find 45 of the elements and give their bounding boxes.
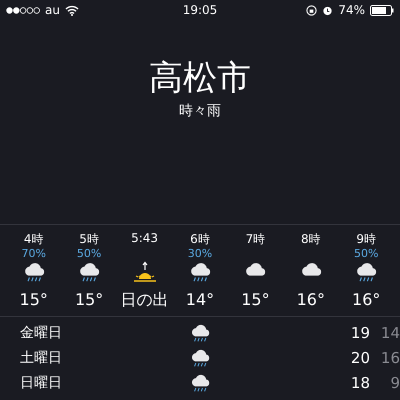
hour-label: 5:43 — [131, 231, 158, 247]
precipitation-chance: 50% — [76, 247, 102, 260]
hour-temperature: 15° — [20, 290, 48, 309]
high-temperature: 18 — [350, 374, 370, 392]
hour-label: 4時 — [24, 231, 44, 247]
hour-label: 6時 — [190, 231, 210, 247]
weekday-label: 日曜日 — [20, 374, 63, 392]
hour-label: 5時 — [79, 231, 99, 247]
hour-temperature: 16° — [296, 290, 325, 309]
rain-cloud-icon — [22, 261, 45, 283]
rain-cloud-icon — [190, 322, 210, 342]
weather-condition: 時々雨 — [179, 102, 221, 120]
wifi-icon — [64, 4, 79, 16]
rain-cloud-icon — [188, 261, 211, 283]
hour-temperature: 15° — [241, 290, 270, 309]
low-temperature: 14 — [380, 324, 400, 342]
rotation-lock-icon — [306, 4, 318, 16]
high-temperature: 20 — [350, 348, 370, 366]
hour-label: 7時 — [246, 231, 266, 247]
hour-temperature: 15° — [74, 290, 104, 309]
high-temperature: 19 — [350, 324, 370, 342]
precipitation-chance: 30% — [188, 247, 212, 260]
precipitation-chance: 70% — [21, 247, 46, 260]
signal-icon — [6, 6, 40, 14]
battery-percent: 74% — [338, 3, 365, 17]
weekday-label: 金曜日 — [20, 324, 63, 342]
rain-cloud-icon — [190, 372, 210, 392]
hour-temperature: 14° — [186, 290, 214, 309]
hour-temperature: 16° — [352, 290, 380, 309]
rain-cloud-icon — [78, 261, 100, 283]
city-name: 高松市 — [149, 58, 251, 98]
low-temperature: 16 — [380, 348, 400, 366]
clock-time: 19:05 — [182, 3, 218, 17]
hour-temperature: 日の出 — [120, 290, 169, 311]
precipitation-chance: 50% — [354, 247, 378, 260]
sunrise-icon — [132, 261, 157, 283]
alarm-icon — [322, 4, 334, 16]
rain-cloud-icon — [355, 261, 378, 283]
low-temperature: 9 — [389, 374, 400, 392]
carrier-name: au — [45, 3, 60, 17]
hour-label: 9時 — [356, 231, 376, 247]
hour-label: 8時 — [300, 231, 321, 247]
battery-icon — [370, 4, 394, 16]
weekday-label: 土曜日 — [20, 348, 63, 366]
rain-cloud-icon — [190, 348, 210, 368]
